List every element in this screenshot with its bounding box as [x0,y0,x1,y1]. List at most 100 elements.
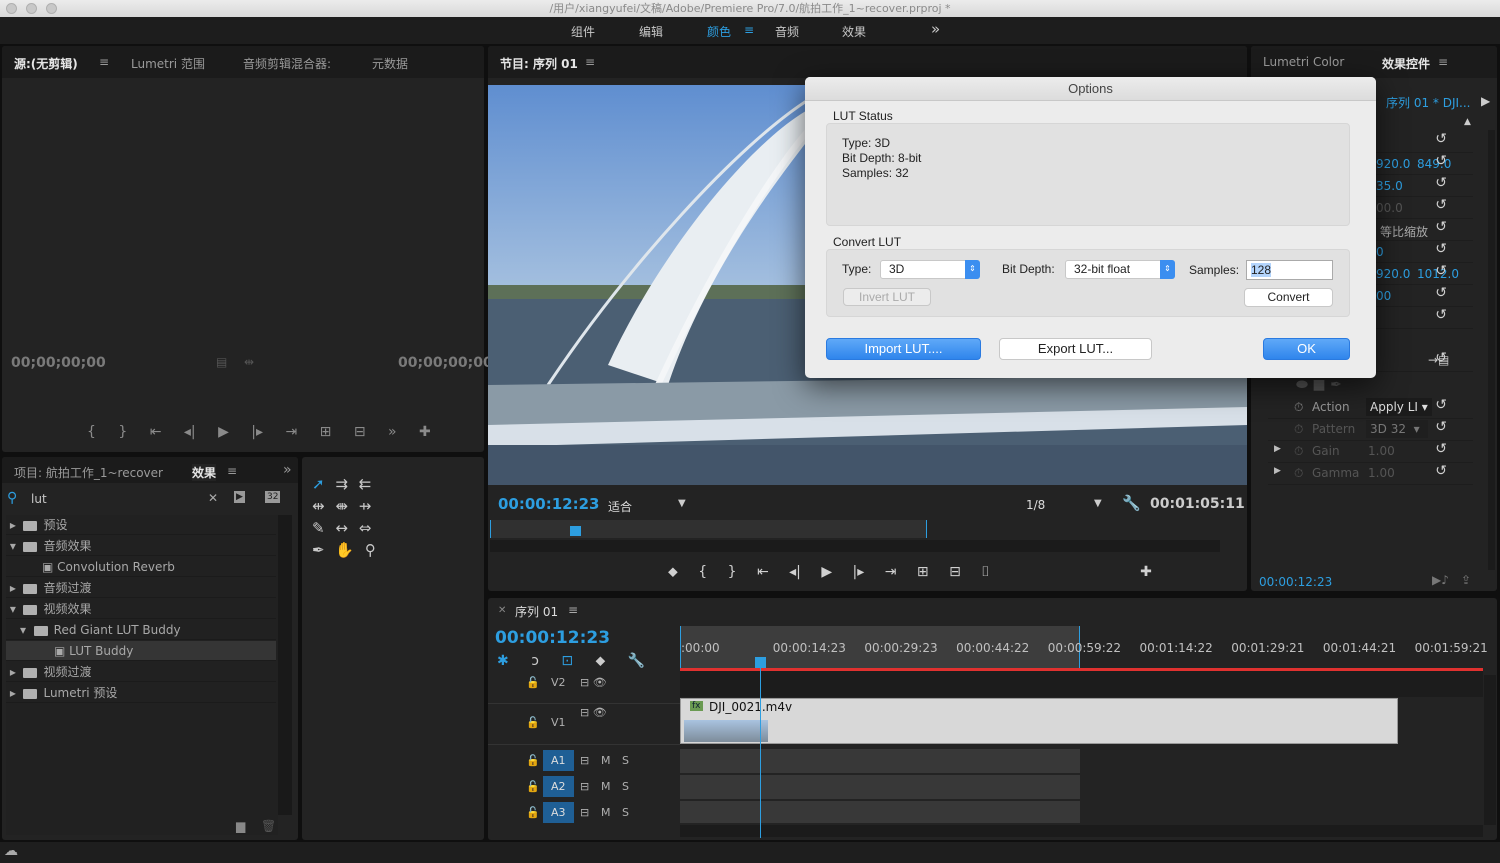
type-select[interactable]: 3D ⇕ [880,260,980,279]
tree-folder-video-effects[interactable]: ▾ 视频效果 [6,599,276,619]
track-a1-lane[interactable] [680,749,1080,773]
scale-value[interactable]: 35.0 [1376,179,1403,193]
snap-icon[interactable]: ✱ [497,653,509,669]
anti-flicker-value[interactable]: 00 [1376,289,1391,303]
track-a2-lane[interactable] [680,775,1080,799]
tab-metadata[interactable]: 元数据 [372,55,408,72]
scrollbar[interactable] [278,515,292,815]
track-a3-lane[interactable] [680,801,1080,823]
voiceover-icon[interactable]: ⊟ [580,780,589,793]
source-transport-controls[interactable]: { } ⇤ ◂| ▶ |▸ ⇥ ⊞ ⊟ » ✚ [87,424,477,440]
ellipse-mask-icon[interactable]: ⬬ ■ ✒ [1296,377,1342,393]
track-v2-lane[interactable] [680,671,1483,697]
solo-button[interactable]: S [622,754,629,767]
program-title[interactable]: 节目: 序列 01 [500,55,578,72]
stopwatch-icon[interactable]: ⏱ [1294,422,1303,437]
uniform-scale-checkbox[interactable]: 等比缩放 [1380,223,1428,240]
ok-button[interactable]: OK [1263,338,1350,360]
reset-icon[interactable]: ↺ [1435,307,1447,323]
close-window-button[interactable] [6,3,17,14]
tree-folder-red-giant[interactable]: ▾ Red Giant LUT Buddy [6,620,276,640]
tool-grid[interactable]: ➚ ⇉ ⇇ ⇹ ⇼ ⇸ ✎ ↔ ⇔ ✒ ✋ ⚲ [312,473,392,561]
stopwatch-icon[interactable]: ⏱ [1294,466,1303,481]
tab-menu-icon[interactable]: ≡ [585,55,595,69]
slip-icon[interactable]: ✎ [312,519,325,537]
razor-icon[interactable]: ⇸ [359,497,372,515]
reset-icon[interactable]: ↺ [1435,197,1447,213]
time-ruler[interactable]: :00:00 00:00:14:23 00:00:29:23 00:00:44:22 0… [680,641,1490,655]
wrench-icon[interactable]: 🔧 [1122,494,1141,512]
solo-button[interactable]: S [622,780,629,793]
reset-icon[interactable]: ↺ [1435,219,1447,235]
mute-button[interactable]: M [601,780,611,793]
timeline-scrollbar[interactable] [680,825,1483,837]
track-label[interactable]: A2 [543,776,574,797]
accelerated-effects-icon[interactable]: ▶ [234,491,245,503]
rolling-edit-icon[interactable]: ⇹ [312,497,325,515]
delete-icon[interactable]: 🗑 [261,819,276,833]
pen-tool-icon[interactable]: ✒ [312,541,325,559]
timeline-tools[interactable]: ✱ ↄ ⊡ ⬥ 🔧 [497,653,667,669]
stopwatch-icon[interactable]: ⏱ [1294,444,1303,459]
hand-icon[interactable]: ✋ [335,541,354,559]
workspace-assembly[interactable]: 组件 [571,23,595,40]
scrollbar[interactable] [1488,130,1495,570]
reset-icon[interactable]: ↺ [1435,463,1447,479]
tree-folder-video-transitions[interactable]: ▸ 视频过渡 [6,662,276,682]
export-icon[interactable]: ⇪ [1461,573,1471,587]
track-label[interactable]: V2 [551,676,566,689]
position-x[interactable]: 920.0 [1376,157,1410,171]
creative-cloud-icon[interactable]: ☁ [4,843,18,859]
invert-lut-button[interactable]: Invert LUT [843,288,931,306]
program-transport-controls[interactable]: ⬥ { } ⇤ ◂| ▶ |▸ ⇥ ⊞ ⊟ ⌷ ✚ [668,564,1238,580]
program-timecode[interactable]: 00:00:12:23 [498,495,600,513]
samples-input[interactable]: 128 [1246,260,1333,280]
reset-icon[interactable]: ↺ [1435,419,1447,435]
workspace-more-button[interactable]: » [931,20,940,38]
reset-icon[interactable]: ↺ [1435,175,1447,191]
tab-audio-clip-mixer[interactable]: 音频剪辑混合器: [243,55,331,72]
reset-icon[interactable]: ↺ [1435,263,1447,279]
nest-icon[interactable]: ⊡ [561,653,573,669]
action-dropdown[interactable]: Apply LI ▾ [1366,398,1432,416]
lock-icon[interactable]: 🔓 [526,806,540,819]
mute-button[interactable]: M [601,754,611,767]
tab-menu-icon[interactable]: ≡ [568,603,578,617]
reset-icon[interactable]: ↺ [1435,350,1447,366]
reset-icon[interactable]: ↺ [1435,285,1447,301]
rotation-value[interactable]: 0 [1376,245,1384,259]
tab-effects[interactable]: 效果 [192,464,217,481]
track-label[interactable]: A3 [543,802,574,823]
slide-icon[interactable]: ↔ [335,519,348,537]
program-time-ruler[interactable] [490,520,927,538]
audio-only-icon[interactable]: ▶♪ [1432,573,1449,587]
tab-lumetri-scopes[interactable]: Lumetri 范围 [131,55,205,72]
playhead[interactable] [570,526,581,536]
lock-icon[interactable]: 🔓 [526,716,540,729]
reset-icon[interactable]: ↺ [1435,153,1447,169]
sync-lock-icon[interactable]: ⊟ 👁 [580,706,607,719]
tree-folder-lumetri-presets[interactable]: ▸ Lumetri 预设 [6,683,276,703]
track-select-icon[interactable]: ⇉ [335,475,348,493]
tab-menu-icon[interactable]: ≡ [1438,55,1448,69]
32bit-effects-icon[interactable]: 32 [265,491,281,503]
clip-name[interactable]: 序列 01 * DJI... [1386,94,1470,111]
search-input[interactable]: lut [31,492,47,506]
tree-item-lut-buddy[interactable]: ▣ LUT Buddy [6,641,276,661]
expand-icon[interactable]: ▶ [1274,444,1281,454]
track-label[interactable]: A1 [543,750,574,771]
zoom-icon[interactable]: ⚲ [365,541,376,559]
video-clip[interactable]: fx DJI_0021.m4v [680,698,1398,744]
reset-icon[interactable]: ↺ [1435,131,1447,147]
fit-dropdown[interactable]: 适合 [608,498,632,515]
tab-menu-icon[interactable]: ≡ [227,464,237,478]
workspace-menu-icon[interactable]: ≡ [744,23,754,37]
timeline-timecode[interactable]: 00:00:12:23 [495,628,610,648]
rate-stretch-icon[interactable]: ⇼ [335,497,348,515]
stopwatch-icon[interactable]: ⏱ [1294,400,1303,415]
pen-icon[interactable]: ⇔ [359,519,372,537]
minimize-window-button[interactable] [26,3,37,14]
ripple-edit-icon[interactable]: ⇇ [359,475,372,493]
tab-project[interactable]: 项目: 航拍工作_1~recover [14,464,163,481]
expand-icon[interactable]: ▶ [1274,466,1281,476]
